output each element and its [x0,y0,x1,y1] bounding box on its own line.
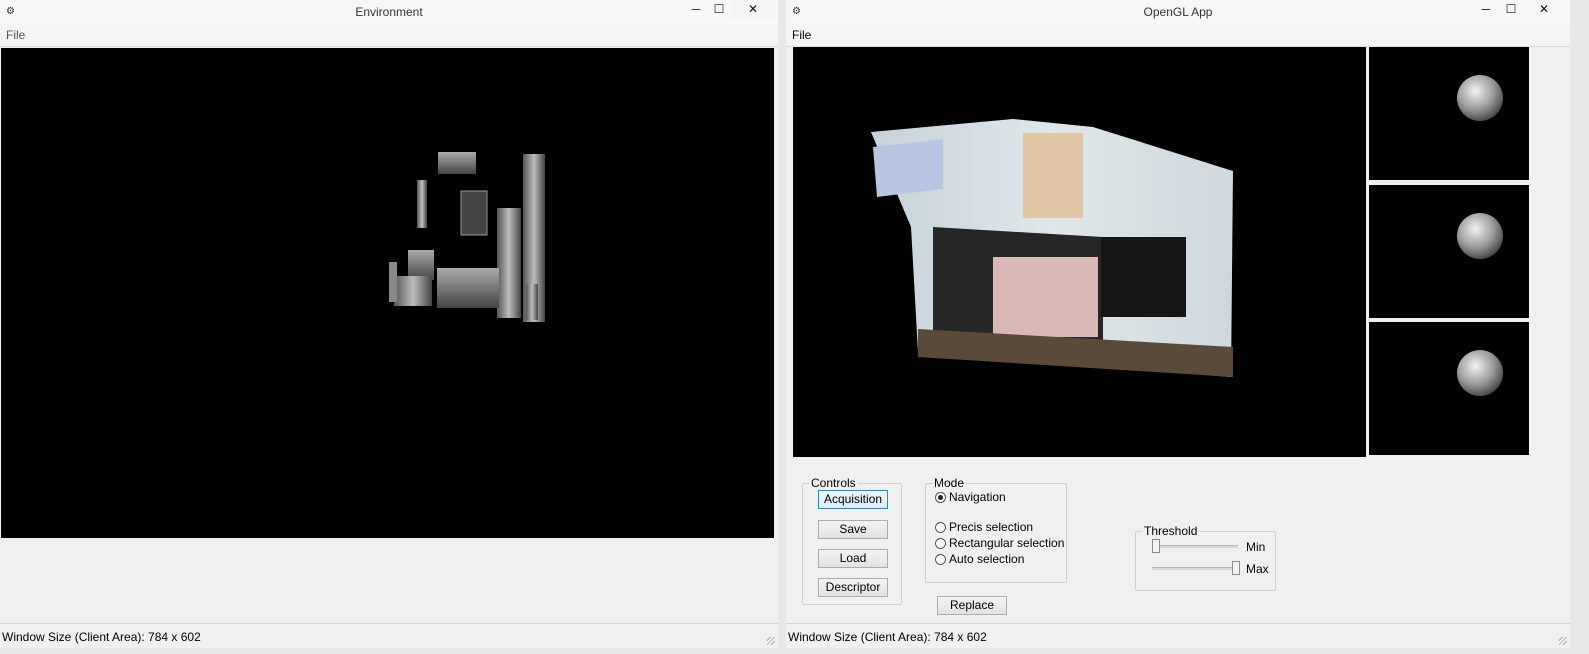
radio-label: Rectangular selection [949,536,1065,550]
mode-group: Mode Navigation Precis selection Rectang… [925,476,1067,583]
title-bar[interactable]: ⚙︎ Environment ─ ☐ ✕ [0,0,778,24]
status-text: Window Size (Client Area): 784 x 602 [788,630,987,644]
descriptor-button[interactable]: Descriptor [818,578,888,597]
preview-view-3[interactable] [1369,322,1529,455]
radio-label: Precis selection [949,520,1034,534]
preview-view-1[interactable] [1369,47,1529,180]
mode-group-label: Mode [932,476,967,490]
controls-group-label: Controls [809,476,858,490]
radio-selected-icon [935,492,946,503]
opengl-app-window: ⚙︎ OpenGL App ─ ☐ ✕ File Controls Acquis… [786,0,1570,648]
acquisition-button[interactable]: Acquisition [818,490,888,509]
radio-icon [935,522,946,533]
status-bar: Window Size (Client Area): 784 x 602 [786,623,1570,648]
mode-rectangular-selection-radio[interactable]: Rectangular selection [935,536,1064,550]
threshold-group: Threshold Min Max [1135,524,1276,591]
mode-navigation-radio[interactable]: Navigation [935,490,1006,504]
window-title: Environment [355,5,423,19]
sphere-model-2 [1457,213,1503,259]
title-bar[interactable]: ⚙︎ OpenGL App ─ ☐ ✕ [786,0,1570,24]
close-button[interactable]: ✕ [1522,0,1566,20]
sphere-model-3 [1457,350,1503,396]
radio-icon [935,538,946,549]
room-model-render [389,152,545,322]
threshold-max-label: Max [1246,562,1269,576]
radio-label: Navigation [949,490,1006,504]
slider-thumb[interactable] [1232,561,1240,575]
slider-thumb[interactable] [1152,539,1160,553]
menu-file[interactable]: File [792,28,811,42]
environment-window: ⚙︎ Environment ─ ☐ ✕ File Window Size (C… [0,0,778,648]
sphere-model-1 [1457,75,1503,121]
radio-icon [935,554,946,565]
save-button[interactable]: Save [818,520,888,539]
status-text: Window Size (Client Area): 784 x 602 [2,630,201,644]
mode-precis-selection-radio[interactable]: Precis selection [935,520,1033,534]
radio-label: Auto selection [949,552,1025,566]
controls-group: Controls Acquisition Save Load Descripto… [802,476,902,605]
environment-3d-view[interactable] [1,48,774,538]
threshold-min-label: Min [1246,540,1266,554]
preview-view-2[interactable] [1369,185,1529,318]
menu-file[interactable]: File [6,28,25,42]
close-button[interactable]: ✕ [731,0,775,20]
point-cloud-view[interactable] [793,47,1366,457]
maximize-button[interactable]: ☐ [704,0,734,20]
replace-button[interactable]: Replace [937,596,1007,615]
mode-auto-selection-radio[interactable]: Auto selection [935,552,1024,566]
threshold-group-label: Threshold [1142,524,1200,538]
status-bar: Window Size (Client Area): 784 x 602 [0,623,778,648]
threshold-max-slider[interactable] [1152,561,1240,575]
slider-track [1152,567,1238,570]
resize-grip-icon[interactable] [767,637,775,645]
menu-bar: File [786,24,1570,47]
window-title: OpenGL App [1143,5,1213,19]
load-button[interactable]: Load [818,549,888,568]
point-cloud-render [871,119,1233,377]
slider-track [1152,545,1238,548]
threshold-min-slider[interactable] [1152,539,1238,553]
resize-grip-icon[interactable] [1559,637,1567,645]
menu-bar: File [0,24,778,47]
